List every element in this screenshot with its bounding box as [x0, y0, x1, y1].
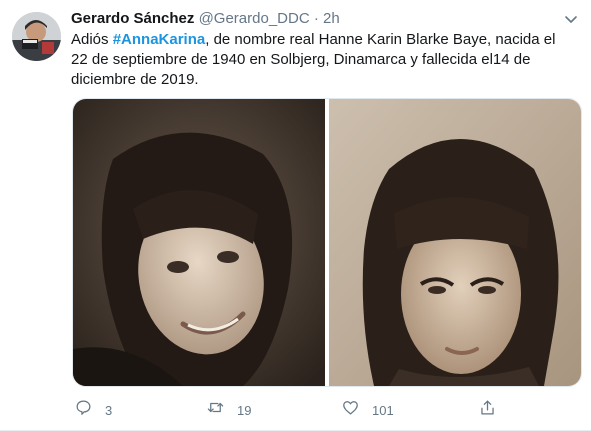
retweet-icon [206, 398, 225, 422]
avatar[interactable] [12, 12, 61, 61]
photo-left[interactable] [73, 99, 325, 386]
heart-icon [341, 398, 360, 422]
tweet-text: Adiós #AnnaKarina, de nombre real Hanne … [71, 30, 571, 90]
retweet-button[interactable]: 19 [206, 398, 251, 422]
retweet-count: 19 [237, 402, 252, 418]
separator-dot: · [313, 10, 319, 27]
tweet-text-start: Adiós [71, 31, 113, 48]
reply-icon [74, 398, 93, 422]
author-name[interactable]: Gerardo Sánchez [71, 10, 194, 27]
reply-count: 3 [105, 402, 113, 418]
chevron-down-icon[interactable] [562, 10, 580, 28]
author-handle[interactable]: @Gerardo_DDC [199, 10, 310, 27]
share-icon [478, 398, 497, 422]
tweet[interactable]: Gerardo Sánchez @Gerardo_DDC · 2h Adiós … [0, 0, 591, 431]
hashtag-link[interactable]: #AnnaKarina [113, 31, 206, 48]
tweet-timestamp[interactable]: 2h [323, 10, 340, 27]
tweet-actions: 3 19 101 [0, 398, 591, 422]
tweet-header: Gerardo Sánchez @Gerardo_DDC · 2h [71, 9, 340, 29]
like-button[interactable]: 101 [341, 398, 394, 422]
photo-right[interactable] [329, 99, 581, 386]
media-gallery[interactable] [72, 98, 582, 387]
reply-button[interactable]: 3 [74, 398, 112, 422]
like-count: 101 [372, 402, 394, 418]
share-button[interactable] [478, 398, 497, 422]
